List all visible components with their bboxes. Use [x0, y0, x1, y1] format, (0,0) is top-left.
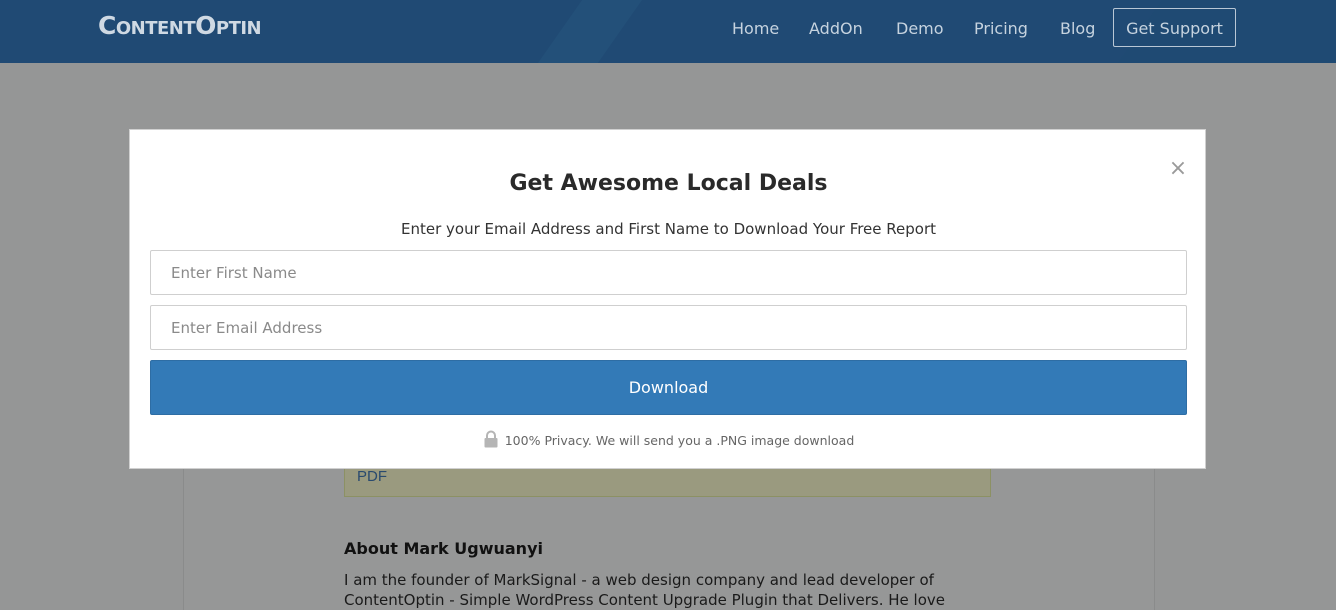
optin-modal: × Get Awesome Local Deals Enter your Ema… — [129, 129, 1206, 469]
nav-demo-link[interactable]: Demo — [896, 19, 944, 39]
nav-home-link[interactable]: Home — [732, 19, 779, 39]
author-bio: I am the founder of MarkSignal - a web d… — [344, 571, 945, 609]
modal-subtitle: Enter your Email Address and First Name … — [400, 220, 937, 238]
lock-icon — [484, 430, 498, 448]
main-nav: Home AddOn Demo Pricing Blog Get Support — [0, 0, 1336, 63]
privacy-note: 100% Privacy. We will send you a .PNG im… — [130, 430, 1207, 450]
nav-addon-link[interactable]: AddOn — [809, 19, 863, 39]
site-header: ContentOptin Home AddOn Demo Pricing Blo… — [0, 0, 1336, 63]
download-button[interactable]: Download — [150, 360, 1187, 415]
first-name-input[interactable] — [150, 250, 1187, 295]
nav-pricing-link[interactable]: Pricing — [974, 19, 1028, 39]
modal-title: Get Awesome Local Deals — [509, 171, 828, 196]
email-input[interactable] — [150, 305, 1187, 350]
author-heading: About Mark Ugwuanyi — [344, 539, 543, 558]
get-support-button[interactable]: Get Support — [1113, 8, 1236, 47]
privacy-text: 100% Privacy. We will send you a .PNG im… — [504, 433, 855, 448]
note-link[interactable]: PDF — [357, 467, 387, 487]
nav-blog-link[interactable]: Blog — [1060, 19, 1095, 39]
